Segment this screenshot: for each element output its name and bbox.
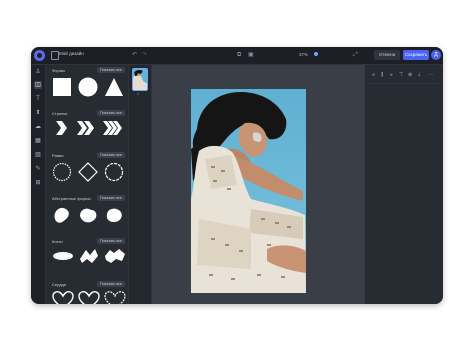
align-top-icon[interactable]: ⊤ bbox=[399, 72, 403, 78]
heart-shape-3[interactable] bbox=[104, 291, 126, 304]
save-button[interactable]: Сохранить bbox=[403, 50, 429, 60]
text-icon[interactable]: T bbox=[34, 95, 42, 103]
properties-panel: ⫷ ⫼ ⫸ ⊤ ⊕ ⊥ ⋯ bbox=[366, 65, 443, 304]
upload-icon[interactable]: ⬆ bbox=[34, 109, 42, 117]
shapes-icon[interactable]: ♙ bbox=[34, 68, 42, 76]
elements-icon[interactable]: ◫ bbox=[34, 81, 42, 89]
align-right-icon[interactable]: ⫸ bbox=[390, 72, 393, 78]
align-center-icon[interactable]: ⫼ bbox=[381, 72, 383, 78]
cloud-icon[interactable]: ☁ bbox=[34, 123, 42, 131]
share-button[interactable]: Отмена bbox=[374, 50, 400, 60]
blob-shape-2[interactable] bbox=[78, 205, 98, 230]
show-all-hearts-button[interactable]: Показать все bbox=[97, 281, 125, 287]
section-title-shapes: Формы bbox=[52, 68, 66, 73]
square-shape[interactable] bbox=[52, 77, 72, 102]
badge-frame-shape[interactable] bbox=[104, 162, 124, 187]
zoom-level[interactable]: 37% bbox=[299, 52, 308, 57]
align-middle-icon[interactable]: ⊕ bbox=[408, 72, 412, 78]
show-all-brushes-button[interactable]: Показать все bbox=[97, 238, 125, 244]
section-title-brushes: Кисти bbox=[52, 239, 63, 244]
brush-stroke-2[interactable] bbox=[78, 247, 100, 270]
blob-shape-1[interactable] bbox=[52, 205, 72, 230]
section-title-hearts: Сердце bbox=[52, 282, 67, 287]
divider bbox=[366, 83, 443, 84]
photo-icon[interactable]: ▨ bbox=[34, 151, 42, 159]
pages-strip: 1 bbox=[129, 65, 152, 304]
design-canvas[interactable] bbox=[152, 65, 365, 304]
apps-icon[interactable]: ⊞ bbox=[34, 179, 42, 187]
undo-icon[interactable]: ↶ bbox=[132, 51, 137, 59]
grid-icon[interactable]: ▦ bbox=[34, 137, 42, 145]
double-chevron-shape[interactable] bbox=[76, 120, 96, 141]
brush-stroke-3[interactable] bbox=[104, 247, 126, 270]
draw-icon[interactable]: ✎ bbox=[34, 165, 42, 173]
page-number: 1 bbox=[137, 92, 139, 96]
canvas-photo[interactable] bbox=[191, 89, 306, 293]
avatar[interactable]: Д bbox=[431, 50, 441, 60]
page-thumbnail[interactable] bbox=[132, 68, 148, 91]
heart-shape-1[interactable] bbox=[52, 291, 74, 304]
zoom-indicator-icon[interactable] bbox=[314, 52, 318, 56]
layers-icon[interactable]: ▣ bbox=[248, 51, 254, 59]
section-title-arrows: Стрелки bbox=[52, 111, 68, 116]
circle-shape[interactable] bbox=[78, 77, 98, 102]
heart-shape-2[interactable] bbox=[78, 291, 100, 304]
circle-frame-shape[interactable] bbox=[52, 162, 72, 187]
editor-window: Мой дизайн ↶ ↷ ⧉ ▣ 37% ⤢ Отмена Сохранит… bbox=[31, 47, 443, 304]
brush-stroke-1[interactable] bbox=[52, 249, 74, 268]
section-title-abstract: Абстрактные формы bbox=[52, 196, 91, 201]
triple-chevron-shape[interactable] bbox=[102, 120, 124, 141]
redo-icon[interactable]: ↷ bbox=[142, 51, 147, 59]
fullscreen-icon[interactable]: ⤢ bbox=[353, 51, 358, 59]
show-all-frames-button[interactable]: Показать все bbox=[97, 152, 125, 158]
elements-panel: Формы Показать все Стрелки Показать все … bbox=[46, 65, 129, 304]
show-all-arrows-button[interactable]: Показать все bbox=[97, 110, 125, 116]
top-bar: Мой дизайн ↶ ↷ ⧉ ▣ 37% ⤢ Отмена Сохранит… bbox=[31, 47, 443, 65]
tool-rail: ♙ ◫ T ⬆ ☁ ▦ ▨ ✎ ⊞ bbox=[31, 65, 46, 304]
design-title[interactable]: Мой дизайн bbox=[59, 51, 84, 56]
section-title-frames: Рамки bbox=[52, 153, 64, 158]
align-left-icon[interactable]: ⫷ bbox=[372, 72, 375, 78]
align-bottom-icon[interactable]: ⊥ bbox=[417, 72, 421, 78]
show-all-shapes-button[interactable]: Показать все bbox=[97, 67, 125, 73]
triangle-shape[interactable] bbox=[104, 77, 124, 102]
app-logo[interactable] bbox=[34, 50, 45, 61]
show-all-abstract-button[interactable]: Показать все bbox=[97, 195, 125, 201]
blob-shape-3[interactable] bbox=[104, 205, 124, 230]
diamond-frame-shape[interactable] bbox=[78, 162, 98, 187]
resize-icon[interactable]: ⧉ bbox=[237, 51, 241, 59]
chevron-arrow-shape[interactable] bbox=[54, 120, 68, 141]
more-icon[interactable]: ⋯ bbox=[428, 72, 433, 78]
file-icon bbox=[51, 51, 59, 60]
